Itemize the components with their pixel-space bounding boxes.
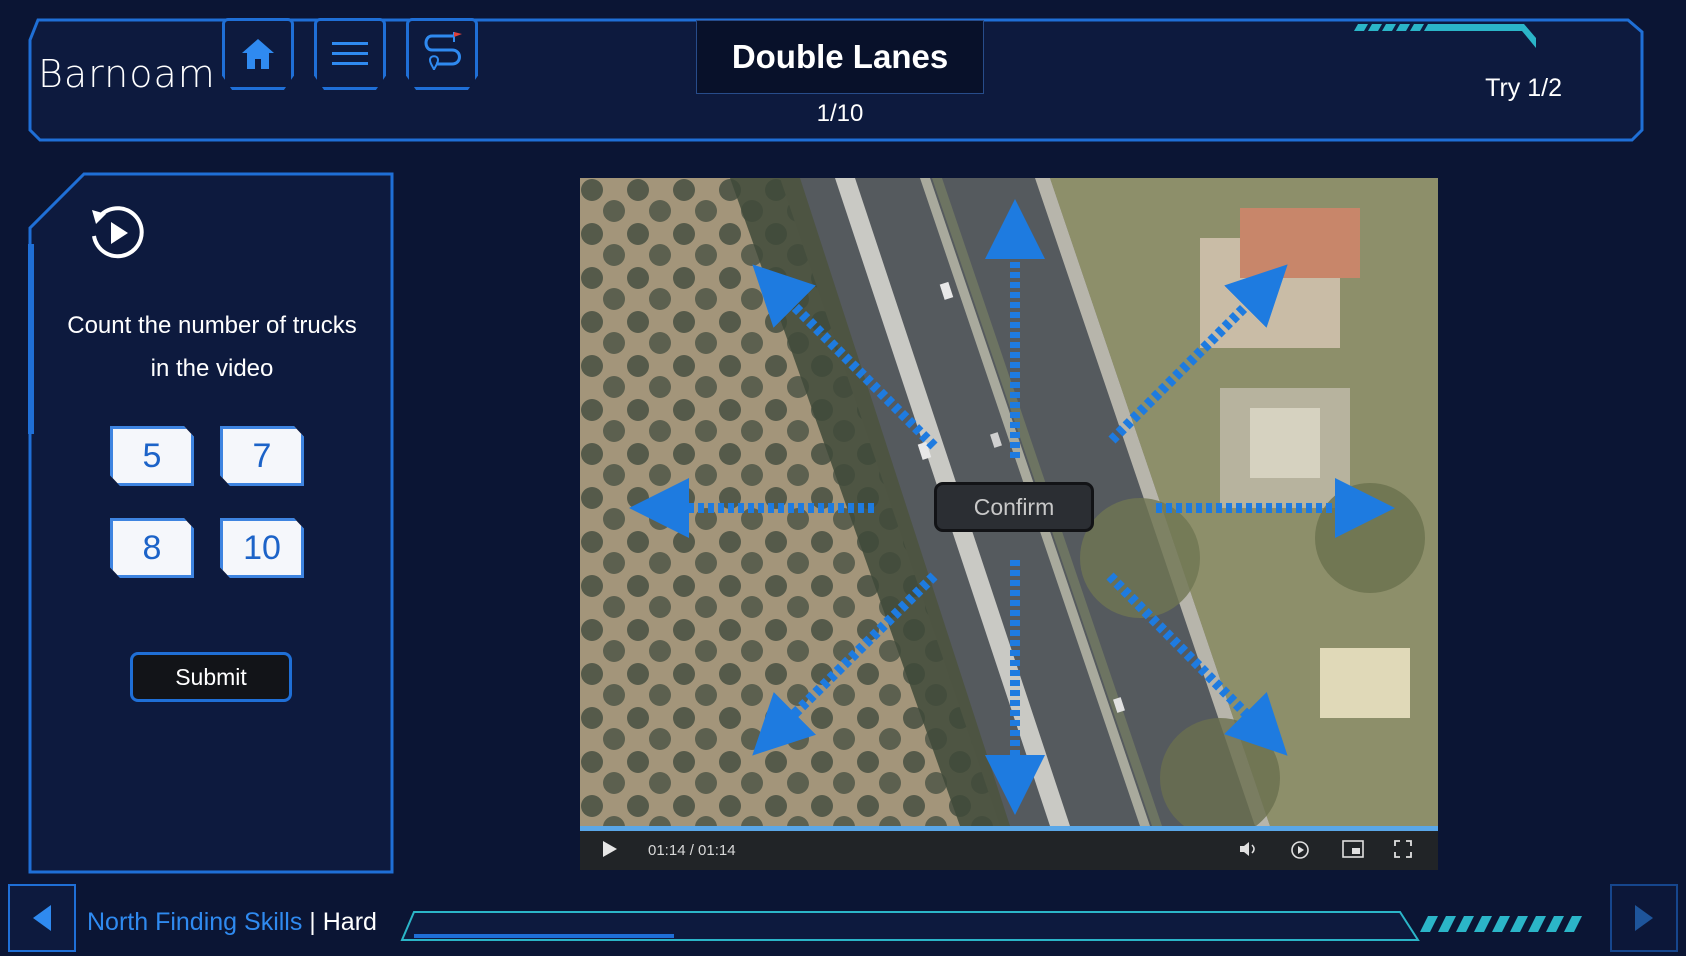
route-map-button[interactable] bbox=[406, 18, 478, 90]
category-name: North Finding Skills bbox=[87, 908, 303, 936]
confirm-button[interactable]: Confirm bbox=[934, 482, 1094, 532]
try-counter: Try 1/2 bbox=[1485, 74, 1562, 102]
previous-button[interactable] bbox=[8, 884, 76, 952]
submit-button[interactable]: Submit bbox=[130, 652, 292, 702]
lesson-progress-bar bbox=[400, 911, 1420, 941]
answer-option-8[interactable]: 8 bbox=[110, 518, 194, 578]
playback-speed-icon[interactable] bbox=[1290, 840, 1310, 860]
hamburger-menu-icon bbox=[332, 42, 368, 65]
category-title: North Finding Skills | Hard bbox=[87, 908, 377, 937]
question-panel-frame bbox=[28, 172, 394, 874]
answer-option-7[interactable]: 7 bbox=[220, 426, 304, 486]
picture-in-picture-icon[interactable] bbox=[1342, 840, 1364, 858]
menu-button[interactable] bbox=[314, 18, 386, 90]
answer-option-5[interactable]: 5 bbox=[110, 426, 194, 486]
video-progress-bar[interactable] bbox=[580, 826, 1438, 831]
category-separator: | bbox=[302, 908, 323, 936]
video-player[interactable]: Confirm 01:14 / 01:14 bbox=[580, 178, 1438, 870]
video-controls: 01:14 / 01:14 bbox=[580, 826, 1438, 870]
volume-icon[interactable] bbox=[1238, 840, 1258, 858]
page-title: Double Lanes bbox=[696, 20, 984, 94]
question-progress: 1/10 bbox=[816, 100, 864, 127]
play-icon[interactable] bbox=[602, 840, 618, 858]
answer-option-10[interactable]: 10 bbox=[220, 518, 304, 578]
replay-video-icon[interactable] bbox=[86, 202, 148, 264]
next-button[interactable] bbox=[1610, 884, 1678, 952]
footer-stripes-decoration bbox=[1420, 916, 1582, 932]
chevron-right-icon bbox=[1635, 905, 1653, 931]
route-map-icon bbox=[424, 32, 462, 71]
chevron-left-icon bbox=[33, 905, 51, 931]
video-time: 01:14 / 01:14 bbox=[648, 842, 736, 859]
difficulty-level: Hard bbox=[322, 908, 377, 936]
home-icon bbox=[242, 39, 274, 69]
fullscreen-icon[interactable] bbox=[1394, 840, 1412, 858]
home-button[interactable] bbox=[222, 18, 294, 90]
question-text: Count the number of trucks in the video bbox=[67, 312, 357, 382]
barnoam-logo: Barnoam bbox=[38, 52, 216, 96]
